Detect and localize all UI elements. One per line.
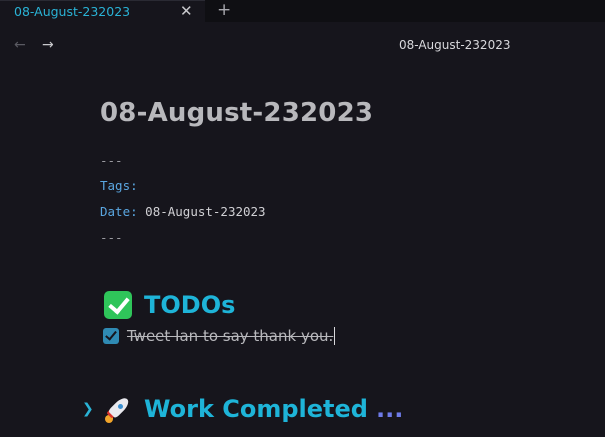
checkbox-checked-icon[interactable] [103, 328, 119, 344]
page-title[interactable]: 08-August-232023 [100, 98, 373, 128]
close-icon[interactable]: ✕ [180, 2, 193, 20]
todo-item[interactable]: Tweet Ian to say thank you. [103, 327, 336, 345]
arrow-left-icon[interactable]: ← [14, 37, 26, 53]
tab-bar: 08-August-232023 ✕ + [0, 0, 605, 22]
todos-heading[interactable]: TODOs [104, 291, 235, 319]
arrow-right-icon[interactable]: → [42, 37, 54, 53]
new-tab-icon[interactable]: + [217, 0, 231, 20]
rocket-emoji-icon [104, 394, 134, 424]
frontmatter-date[interactable]: Date: 08-August-232023 [100, 204, 266, 219]
frontmatter-date-key: Date: [100, 204, 138, 219]
todo-item-text[interactable]: Tweet Ian to say thank you. [127, 327, 336, 345]
check-mark-emoji-icon [104, 291, 132, 319]
todos-heading-text: TODOs [144, 291, 236, 319]
frontmatter-date-value[interactable]: 08-August-232023 [145, 204, 265, 219]
collapsed-ellipsis[interactable]: ... [376, 395, 403, 423]
frontmatter-tags[interactable]: Tags: [100, 178, 138, 193]
frontmatter-open[interactable]: --- [100, 153, 123, 168]
work-completed-heading-text: Work Completed [144, 395, 368, 423]
frontmatter-close[interactable]: --- [100, 230, 123, 245]
tab-title[interactable]: 08-August-232023 [14, 4, 130, 19]
navigation-bar: ← → 08-August-232023 [0, 22, 605, 70]
frontmatter-tags-key: Tags: [100, 178, 138, 193]
work-completed-heading[interactable]: Work Completed ... [104, 394, 403, 424]
tab-active[interactable]: 08-August-232023 ✕ [0, 0, 205, 22]
chevron-right-icon[interactable]: ❯ [82, 401, 94, 417]
note-title-header: 08-August-232023 [399, 38, 511, 52]
